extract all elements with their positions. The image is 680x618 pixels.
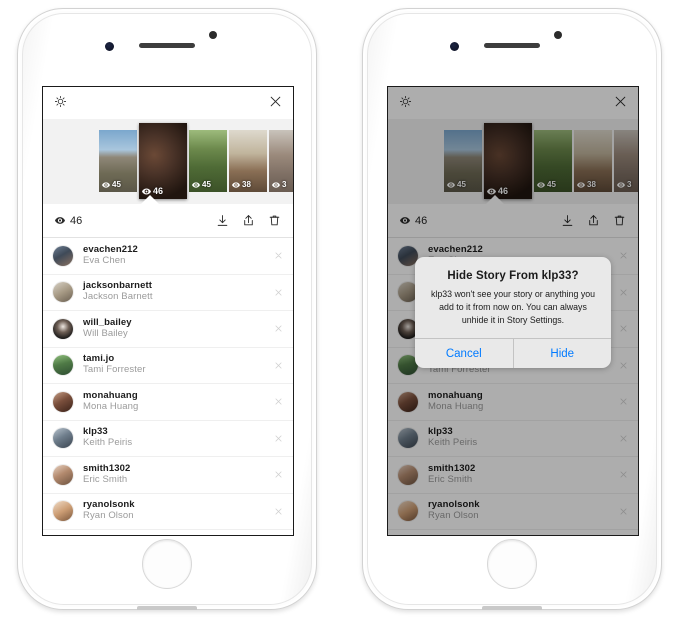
- table-row[interactable]: ashoke Ashoke: [43, 530, 293, 535]
- viewer-fullname: Will Bailey: [83, 327, 128, 339]
- close-x-icon[interactable]: [274, 397, 283, 406]
- hide-story-dialog: Hide Story From klp33? klp33 won't see y…: [415, 257, 612, 369]
- close-x-icon[interactable]: [274, 361, 283, 370]
- close-x-icon[interactable]: [274, 470, 283, 479]
- iphone-left: 45 46 45 38 3 46 evachen212 Eva Chen jac…: [17, 8, 317, 610]
- table-row[interactable]: smith1302 Eric Smith: [43, 457, 293, 494]
- view-count-value: 45: [202, 180, 211, 189]
- avatar: [52, 244, 74, 267]
- earpiece-speaker-icon: [484, 43, 540, 48]
- trash-icon[interactable]: [268, 214, 281, 227]
- thumbnail-view-count: 3: [272, 180, 286, 189]
- story-thumbnail[interactable]: 45: [99, 130, 137, 192]
- table-row[interactable]: ryanolsonk Ryan Olson: [43, 494, 293, 530]
- iphone-right: 45 46 45 38 3 46 evachen212 Tami Forrest…: [362, 8, 662, 610]
- thumbnail-view-count: 45: [192, 180, 211, 189]
- viewer-fullname: Eva Chen: [83, 254, 126, 266]
- home-button[interactable]: [487, 539, 537, 589]
- avatar: [52, 427, 74, 450]
- download-icon[interactable]: [216, 214, 229, 227]
- earpiece-speaker-icon: [139, 43, 195, 48]
- screen-left: 45 46 45 38 3 46 evachen212 Eva Chen jac…: [42, 86, 294, 536]
- hide-button[interactable]: Hide: [512, 339, 612, 369]
- table-row[interactable]: tami.jo Tami Forrester: [43, 348, 293, 384]
- screen-right: 45 46 45 38 3 46 evachen212 Tami Forrest…: [387, 86, 639, 536]
- home-button[interactable]: [142, 539, 192, 589]
- cancel-button[interactable]: Cancel: [415, 339, 513, 368]
- bottom-antenna-band: [482, 606, 542, 610]
- total-views: 46: [55, 215, 82, 227]
- thumbnail-view-count: 38: [232, 180, 251, 189]
- front-camera-icon: [209, 31, 217, 39]
- avatar: [52, 317, 74, 340]
- viewer-fullname: Mona Huang: [83, 400, 139, 412]
- viewer-fullname: Eric Smith: [83, 473, 128, 485]
- table-row[interactable]: monahuang Mona Huang: [43, 384, 293, 421]
- viewer-fullname: Jackson Barnett: [83, 291, 153, 303]
- viewer-fullname: Ryan Olson: [83, 510, 134, 522]
- story-summary-bar-left: 46: [43, 204, 293, 238]
- view-count-value: 3: [282, 180, 287, 189]
- story-thumbnail[interactable]: 45: [189, 130, 227, 192]
- proximity-sensor-icon: [105, 42, 114, 51]
- gear-icon[interactable]: [54, 95, 67, 108]
- story-thumbnail-selected[interactable]: 46: [139, 123, 187, 199]
- story-topbar-left: [43, 87, 293, 119]
- close-x-icon[interactable]: [274, 251, 283, 260]
- front-camera-icon: [554, 31, 562, 39]
- proximity-sensor-icon: [450, 42, 459, 51]
- bottom-antenna-band: [137, 606, 197, 610]
- avatar: [52, 354, 74, 377]
- close-x-icon[interactable]: [274, 288, 283, 297]
- story-thumbnail[interactable]: 38: [229, 130, 267, 192]
- avatar: [52, 463, 74, 486]
- avatar: [52, 281, 74, 304]
- view-count-value: 45: [112, 180, 121, 189]
- avatar: [52, 390, 74, 413]
- thumbnail-view-count: 45: [102, 180, 121, 189]
- dialog-title: Hide Story From klp33?: [447, 270, 579, 282]
- story-thumbnail[interactable]: 3: [269, 130, 293, 192]
- story-thumbnail-strip-left[interactable]: 45 46 45 38 3: [43, 119, 293, 204]
- total-views-value: 46: [70, 214, 83, 227]
- viewer-fullname: Tami Forrester: [83, 364, 146, 376]
- selected-thumbnail-caret: [141, 195, 159, 204]
- view-count-value: 38: [242, 180, 251, 189]
- table-row[interactable]: evachen212 Eva Chen: [43, 238, 293, 275]
- close-x-icon[interactable]: [274, 507, 283, 516]
- table-row[interactable]: klp33 Keith Peiris: [43, 421, 293, 457]
- close-x-icon[interactable]: [274, 434, 283, 443]
- table-row[interactable]: will_bailey Will Bailey: [43, 311, 293, 348]
- share-icon[interactable]: [242, 214, 255, 227]
- table-row[interactable]: jacksonbarnett Jackson Barnett: [43, 275, 293, 311]
- eye-icon: [55, 217, 65, 224]
- dialog-message: klp33 won't see your story or anything y…: [430, 289, 596, 325]
- viewer-list-left[interactable]: evachen212 Eva Chen jacksonbarnett Jacks…: [43, 238, 293, 535]
- avatar: [52, 500, 74, 523]
- close-x-icon[interactable]: [274, 324, 283, 333]
- viewer-fullname: Keith Peiris: [83, 437, 133, 449]
- close-icon[interactable]: [269, 95, 282, 108]
- screenshot-canvas: 45 46 45 38 3 46 evachen212 Eva Chen jac…: [0, 0, 680, 618]
